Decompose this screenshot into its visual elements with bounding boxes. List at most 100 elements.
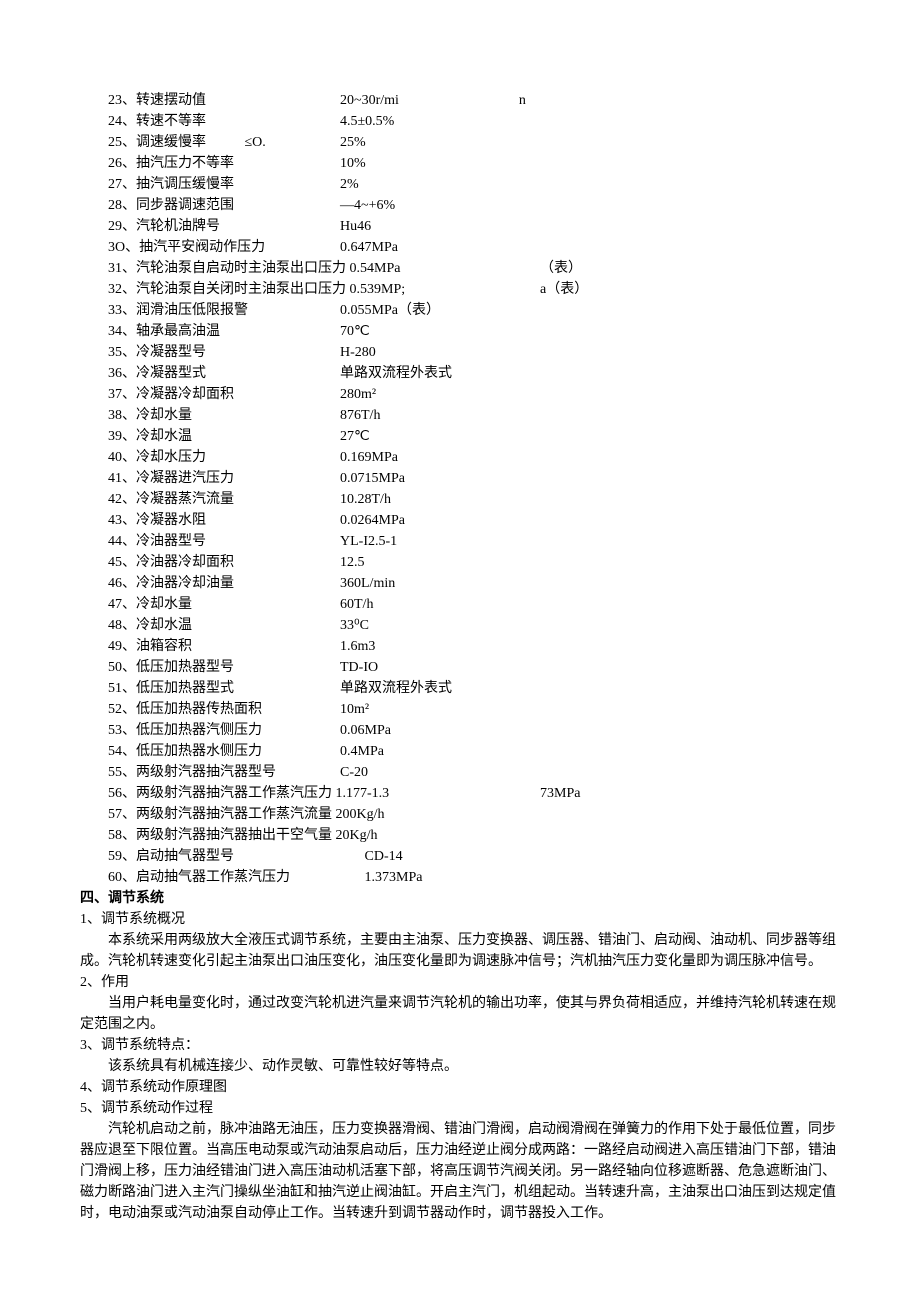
spec-value: 1.373MPa bbox=[340, 867, 422, 888]
spec-value: 0.055MPa（表） bbox=[340, 300, 440, 321]
spec-row: 26、抽汽压力不等率10% bbox=[80, 153, 840, 174]
spec-value: 27℃ bbox=[340, 426, 370, 447]
spec-row: 46、冷油器冷却油量360L/min bbox=[80, 573, 840, 594]
item-1-body: 本系统采用两级放大全液压式调节系统，主要由主油泵、压力变换器、调压器、错油门、启… bbox=[80, 930, 840, 972]
spec-row: 3O、抽汽平安阀动作压力0.647MPa bbox=[80, 237, 840, 258]
spec-value: 单路双流程外表式 bbox=[340, 678, 452, 699]
spec-label: 58、两级射汽器抽汽器抽出干空气量 20Kg/h bbox=[80, 825, 420, 846]
spec-row: 39、冷却水温27℃ bbox=[80, 426, 840, 447]
spec-row: 34、轴承最高油温70℃ bbox=[80, 321, 840, 342]
spec-label: 49、油箱容积 bbox=[80, 636, 340, 657]
spec-label: 57、两级射汽器抽汽器工作蒸汽流量 200Kg/h bbox=[80, 804, 420, 825]
spec-row: 42、冷凝器蒸汽流量10.28T/h bbox=[80, 489, 840, 510]
spec-value: YL-I2.5-1 bbox=[340, 531, 397, 552]
spec-value: 25% bbox=[340, 132, 366, 153]
spec-row: 60、启动抽气器工作蒸汽压力 1.373MPa bbox=[80, 867, 840, 888]
spec-value: 12.5 bbox=[340, 552, 365, 573]
spec-value: 0.06MPa bbox=[340, 720, 391, 741]
spec-label: 37、冷凝器冷却面积 bbox=[80, 384, 340, 405]
section-4-title: 四、调节系统 bbox=[80, 888, 840, 909]
spec-label: 32、汽轮油泵自关闭时主油泵出口压力 0.539MP; bbox=[80, 279, 420, 300]
spec-value: 10.28T/h bbox=[340, 489, 391, 510]
spec-row: 51、低压加热器型式单路双流程外表式 bbox=[80, 678, 840, 699]
spec-label: 40、冷却水压力 bbox=[80, 447, 340, 468]
spec-row: 44、冷油器型号YL-I2.5-1 bbox=[80, 531, 840, 552]
spec-label: 46、冷油器冷却油量 bbox=[80, 573, 340, 594]
spec-label: 51、低压加热器型式 bbox=[80, 678, 340, 699]
spec-label: 59、启动抽气器型号 bbox=[80, 846, 340, 867]
spec-label: 54、低压加热器水侧压力 bbox=[80, 741, 340, 762]
spec-row: 27、抽汽调压缓慢率2% bbox=[80, 174, 840, 195]
spec-label: 41、冷凝器进汽压力 bbox=[80, 468, 340, 489]
specification-list: 23、转速摆动值20~30r/mi n 24、转速不等率4.5±0.5% 25、调… bbox=[80, 90, 840, 888]
spec-row: 32、汽轮油泵自关闭时主油泵出口压力 0.539MP; a（表） bbox=[80, 279, 840, 300]
spec-label: 23、转速摆动值 bbox=[80, 90, 340, 111]
spec-value: 单路双流程外表式 bbox=[340, 363, 452, 384]
spec-label: 45、冷油器冷却面积 bbox=[80, 552, 340, 573]
spec-label: 44、冷油器型号 bbox=[80, 531, 340, 552]
spec-row: 48、冷却水温33⁰C bbox=[80, 615, 840, 636]
spec-value: 20~30r/mi bbox=[340, 90, 399, 111]
spec-row: 38、冷却水量876T/h bbox=[80, 405, 840, 426]
spec-row: 57、两级射汽器抽汽器工作蒸汽流量 200Kg/h bbox=[80, 804, 840, 825]
spec-row: 43、冷凝器水阻0.0264MPa bbox=[80, 510, 840, 531]
spec-value: 60T/h bbox=[340, 594, 373, 615]
item-5-body: 汽轮机启动之前，脉冲油路无油压，压力变换器滑阀、错油门滑阀，启动阀滑阀在弹簧力的… bbox=[80, 1119, 840, 1224]
spec-label: 52、低压加热器传热面积 bbox=[80, 699, 340, 720]
spec-row: 54、低压加热器水侧压力0.4MPa bbox=[80, 741, 840, 762]
spec-row: 55、两级射汽器抽汽器型号C-20 bbox=[80, 762, 840, 783]
spec-value: 0.0715MPa bbox=[340, 468, 405, 489]
spec-value: 0.647MPa bbox=[340, 237, 398, 258]
spec-row: 40、冷却水压力0.169MPa bbox=[80, 447, 840, 468]
spec-row: 59、启动抽气器型号 CD-14 bbox=[80, 846, 840, 867]
spec-value: 280m² bbox=[340, 384, 376, 405]
spec-label: 43、冷凝器水阻 bbox=[80, 510, 340, 531]
spec-row: 25、调速缓慢率 ≤O.25% bbox=[80, 132, 840, 153]
spec-row: 33、润滑油压低限报警0.055MPa（表） bbox=[80, 300, 840, 321]
spec-label: 26、抽汽压力不等率 bbox=[80, 153, 340, 174]
item-5-title: 5、调节系统动作过程 bbox=[80, 1098, 840, 1119]
spec-row: 41、冷凝器进汽压力0.0715MPa bbox=[80, 468, 840, 489]
spec-row: 53、低压加热器汽侧压力0.06MPa bbox=[80, 720, 840, 741]
item-4-title: 4、调节系统动作原理图 bbox=[80, 1077, 840, 1098]
spec-label: 53、低压加热器汽侧压力 bbox=[80, 720, 340, 741]
spec-label: 47、冷却水量 bbox=[80, 594, 340, 615]
spec-value: —4~+6% bbox=[340, 195, 395, 216]
spec-value: H-280 bbox=[340, 342, 376, 363]
spec-row: 52、低压加热器传热面积10m² bbox=[80, 699, 840, 720]
spec-value: 0.169MPa bbox=[340, 447, 398, 468]
spec-label: 38、冷却水量 bbox=[80, 405, 340, 426]
spec-label: 31、汽轮油泵自启动时主油泵出口压力 0.54MPa bbox=[80, 258, 420, 279]
item-3-title: 3、调节系统特点： bbox=[80, 1035, 840, 1056]
spec-row: 28、同步器调速范围—4~+6% bbox=[80, 195, 840, 216]
spec-label: 29、汽轮机油牌号 bbox=[80, 216, 340, 237]
spec-row: 47、冷却水量60T/h bbox=[80, 594, 840, 615]
spec-value: 4.5±0.5% bbox=[340, 111, 394, 132]
spec-label: 24、转速不等率 bbox=[80, 111, 340, 132]
spec-label: 42、冷凝器蒸汽流量 bbox=[80, 489, 340, 510]
spec-row: 56、两级射汽器抽汽器工作蒸汽压力 1.177-1.373MPa bbox=[80, 783, 840, 804]
spec-label: 36、冷凝器型式 bbox=[80, 363, 340, 384]
spec-extra: n bbox=[519, 90, 526, 111]
item-1-title: 1、调节系统概况 bbox=[80, 909, 840, 930]
item-2-title: 2、作用 bbox=[80, 972, 840, 993]
item-3-body: 该系统具有机械连接少、动作灵敏、可靠性较好等特点。 bbox=[80, 1056, 840, 1077]
spec-label: 55、两级射汽器抽汽器型号 bbox=[80, 762, 340, 783]
spec-label: 48、冷却水温 bbox=[80, 615, 340, 636]
spec-label: 39、冷却水温 bbox=[80, 426, 340, 447]
spec-label: 60、启动抽气器工作蒸汽压力 bbox=[80, 867, 340, 888]
spec-row: 49、油箱容积1.6m3 bbox=[80, 636, 840, 657]
spec-label: 28、同步器调速范围 bbox=[80, 195, 340, 216]
spec-value: 0.4MPa bbox=[340, 741, 384, 762]
spec-value: Hu46 bbox=[340, 216, 371, 237]
spec-value: 876T/h bbox=[340, 405, 380, 426]
spec-label: 35、冷凝器型号 bbox=[80, 342, 340, 363]
spec-extra: a（表） bbox=[540, 279, 588, 300]
spec-row: 31、汽轮油泵自启动时主油泵出口压力 0.54MPa （表） bbox=[80, 258, 840, 279]
spec-label: 25、调速缓慢率 ≤O. bbox=[80, 132, 340, 153]
spec-value: 2% bbox=[340, 174, 359, 195]
spec-label: 3O、抽汽平安阀动作压力 bbox=[80, 237, 340, 258]
spec-row: 29、汽轮机油牌号Hu46 bbox=[80, 216, 840, 237]
spec-extra: （表） bbox=[540, 258, 582, 279]
spec-value: 0.0264MPa bbox=[340, 510, 405, 531]
